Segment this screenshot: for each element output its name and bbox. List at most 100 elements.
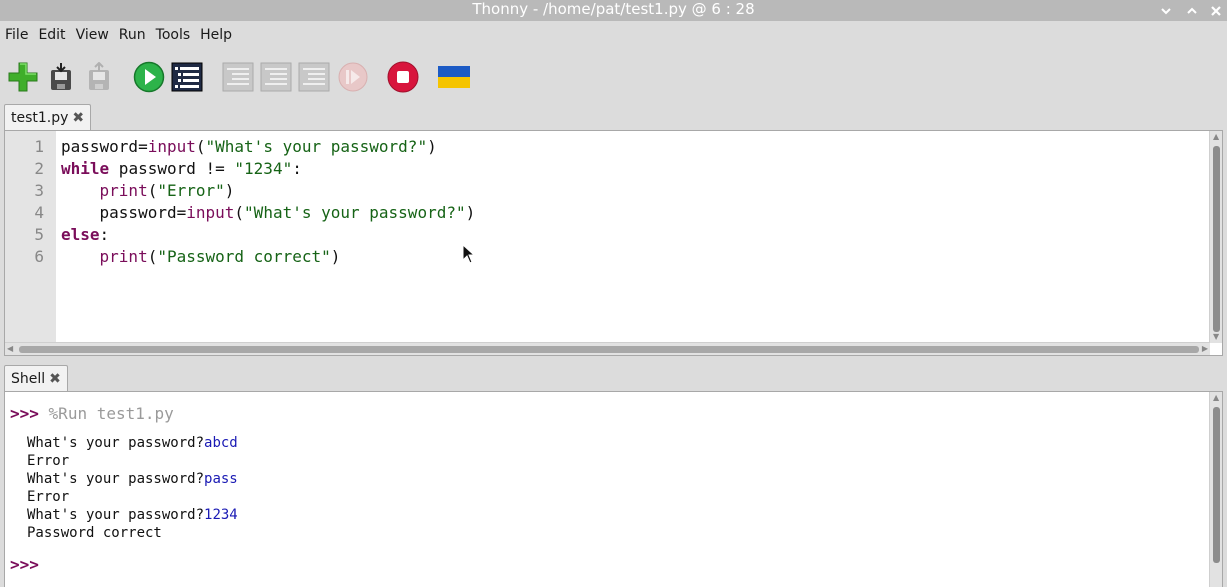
menu-file[interactable]: File	[4, 22, 33, 48]
code-token: (	[234, 203, 245, 222]
code-token: "Error"	[157, 181, 225, 200]
scroll-thumb[interactable]	[19, 346, 1199, 353]
support-ukraine-button[interactable]	[437, 60, 471, 94]
shell-output-text: Password correct	[27, 525, 162, 541]
shell-output-line: What's your password?1234	[27, 506, 238, 524]
tab-close-icon[interactable]: ✖	[72, 111, 84, 125]
code-token: "What's your password?"	[205, 137, 428, 156]
code-token: :	[292, 159, 302, 178]
line-number: 2	[34, 159, 44, 178]
code-token: password=	[61, 203, 187, 222]
tab-close-icon[interactable]: ✖	[49, 372, 61, 386]
code-token: input	[186, 203, 235, 222]
code-token: print	[99, 181, 148, 200]
code-line[interactable]: password=input("What's your password?")	[61, 202, 1208, 224]
tab-label: Shell	[11, 371, 46, 387]
scroll-right-icon[interactable]: ▶	[1202, 345, 1208, 353]
menu-run[interactable]: Run	[118, 22, 151, 48]
code-token: "What's your password?"	[244, 203, 466, 222]
resume-button[interactable]	[336, 60, 370, 94]
shell-run-command: %Run test1.py	[48, 404, 174, 423]
code-editor[interactable]: 1 2 3 4 5 6 password=input("What's your …	[4, 130, 1223, 356]
menu-bar: File Edit View Run Tools Help	[0, 22, 1227, 48]
new-file-icon	[8, 62, 38, 92]
code-line[interactable]: password=input("What's your password?")	[61, 136, 1208, 158]
debug-button[interactable]	[170, 60, 204, 94]
code-token: (	[147, 247, 158, 266]
menu-edit[interactable]: Edit	[37, 22, 70, 48]
shell-panel[interactable]: >>> %Run test1.py What's your password?a…	[4, 391, 1223, 587]
new-file-button[interactable]	[6, 60, 40, 94]
code-token: while	[61, 159, 110, 178]
debug-icon	[171, 62, 203, 92]
run-icon	[133, 61, 165, 93]
shell-vertical-scrollbar[interactable]: ▲	[1209, 392, 1222, 587]
line-number: 1	[34, 137, 44, 156]
code-token: :	[99, 225, 110, 244]
code-token: (	[147, 181, 158, 200]
code-text[interactable]: password=input("What's your password?") w…	[61, 136, 1208, 268]
code-token: )	[330, 247, 341, 266]
step-into-button[interactable]	[259, 60, 293, 94]
shell-output-line: Error	[27, 452, 69, 470]
code-token: print	[99, 247, 148, 266]
menu-help[interactable]: Help	[199, 22, 237, 48]
line-number-gutter: 1 2 3 4 5 6	[5, 131, 56, 343]
resume-icon	[338, 62, 368, 92]
shell-output-text: Error	[27, 489, 70, 505]
save-file-button[interactable]	[82, 60, 116, 94]
shell-run-line: >>> %Run test1.py	[10, 404, 174, 424]
tab-label: test1.py	[11, 110, 69, 126]
code-line[interactable]: while password != "1234":	[61, 158, 1208, 180]
code-line[interactable]: else:	[61, 224, 1208, 246]
open-file-button[interactable]	[44, 60, 78, 94]
shell-user-input: 1234	[204, 507, 238, 523]
menu-view[interactable]: View	[75, 22, 114, 48]
step-out-button[interactable]	[297, 60, 331, 94]
stop-button[interactable]	[386, 60, 420, 94]
line-number: 5	[34, 225, 44, 244]
mouse-cursor-icon	[462, 244, 476, 264]
shell-output-text: What's your password?	[27, 471, 205, 487]
shell-prompt: >>>	[10, 555, 39, 574]
chevron-up-icon	[1187, 7, 1197, 14]
menu-tools[interactable]: Tools	[155, 22, 196, 48]
code-token: )	[427, 137, 437, 156]
step-into-icon	[260, 62, 292, 92]
code-line[interactable]: print("Error")	[61, 180, 1208, 202]
shell-output-text: What's your password?	[27, 435, 205, 451]
step-out-icon	[298, 62, 330, 92]
shell-output-text: What's your password?	[27, 507, 205, 523]
editor-horizontal-scrollbar[interactable]: ◀ ▶	[5, 342, 1210, 355]
shell-user-input: pass	[204, 471, 238, 487]
tab-test1-py[interactable]: test1.py ✖	[4, 104, 92, 131]
open-file-icon	[51, 63, 71, 90]
line-number: 3	[34, 181, 44, 200]
scroll-left-icon[interactable]: ◀	[7, 345, 13, 353]
code-token: else	[61, 225, 100, 244]
stop-icon	[387, 61, 419, 93]
code-token: input	[147, 137, 196, 156]
scroll-thumb[interactable]	[1213, 146, 1220, 332]
scroll-up-icon[interactable]: ▲	[1213, 394, 1219, 402]
scroll-down-icon[interactable]: ▼	[1213, 333, 1219, 341]
code-line[interactable]: print("Password correct")	[61, 246, 1208, 268]
shell-input-line[interactable]: >>>	[10, 555, 39, 575]
editor-vertical-scrollbar[interactable]: ▲ ▼	[1209, 131, 1222, 343]
scroll-up-icon[interactable]: ▲	[1213, 133, 1219, 141]
toolbar	[0, 54, 1227, 100]
step-over-button[interactable]	[221, 60, 255, 94]
minimize-button[interactable]	[1155, 0, 1177, 21]
close-window-button[interactable]	[1205, 0, 1227, 21]
save-file-icon	[89, 62, 109, 90]
maximize-button[interactable]	[1181, 0, 1203, 21]
run-button[interactable]	[132, 60, 166, 94]
scroll-thumb[interactable]	[1213, 407, 1220, 563]
shell-output-line: Error	[27, 488, 69, 506]
line-number: 6	[34, 247, 44, 266]
title-bar: Thonny - /home/pat/test1.py @ 6 : 28	[0, 0, 1227, 21]
close-icon	[1211, 5, 1221, 16]
code-token: (	[195, 137, 206, 156]
code-token: password=	[61, 137, 148, 156]
tab-shell[interactable]: Shell ✖	[4, 365, 68, 392]
